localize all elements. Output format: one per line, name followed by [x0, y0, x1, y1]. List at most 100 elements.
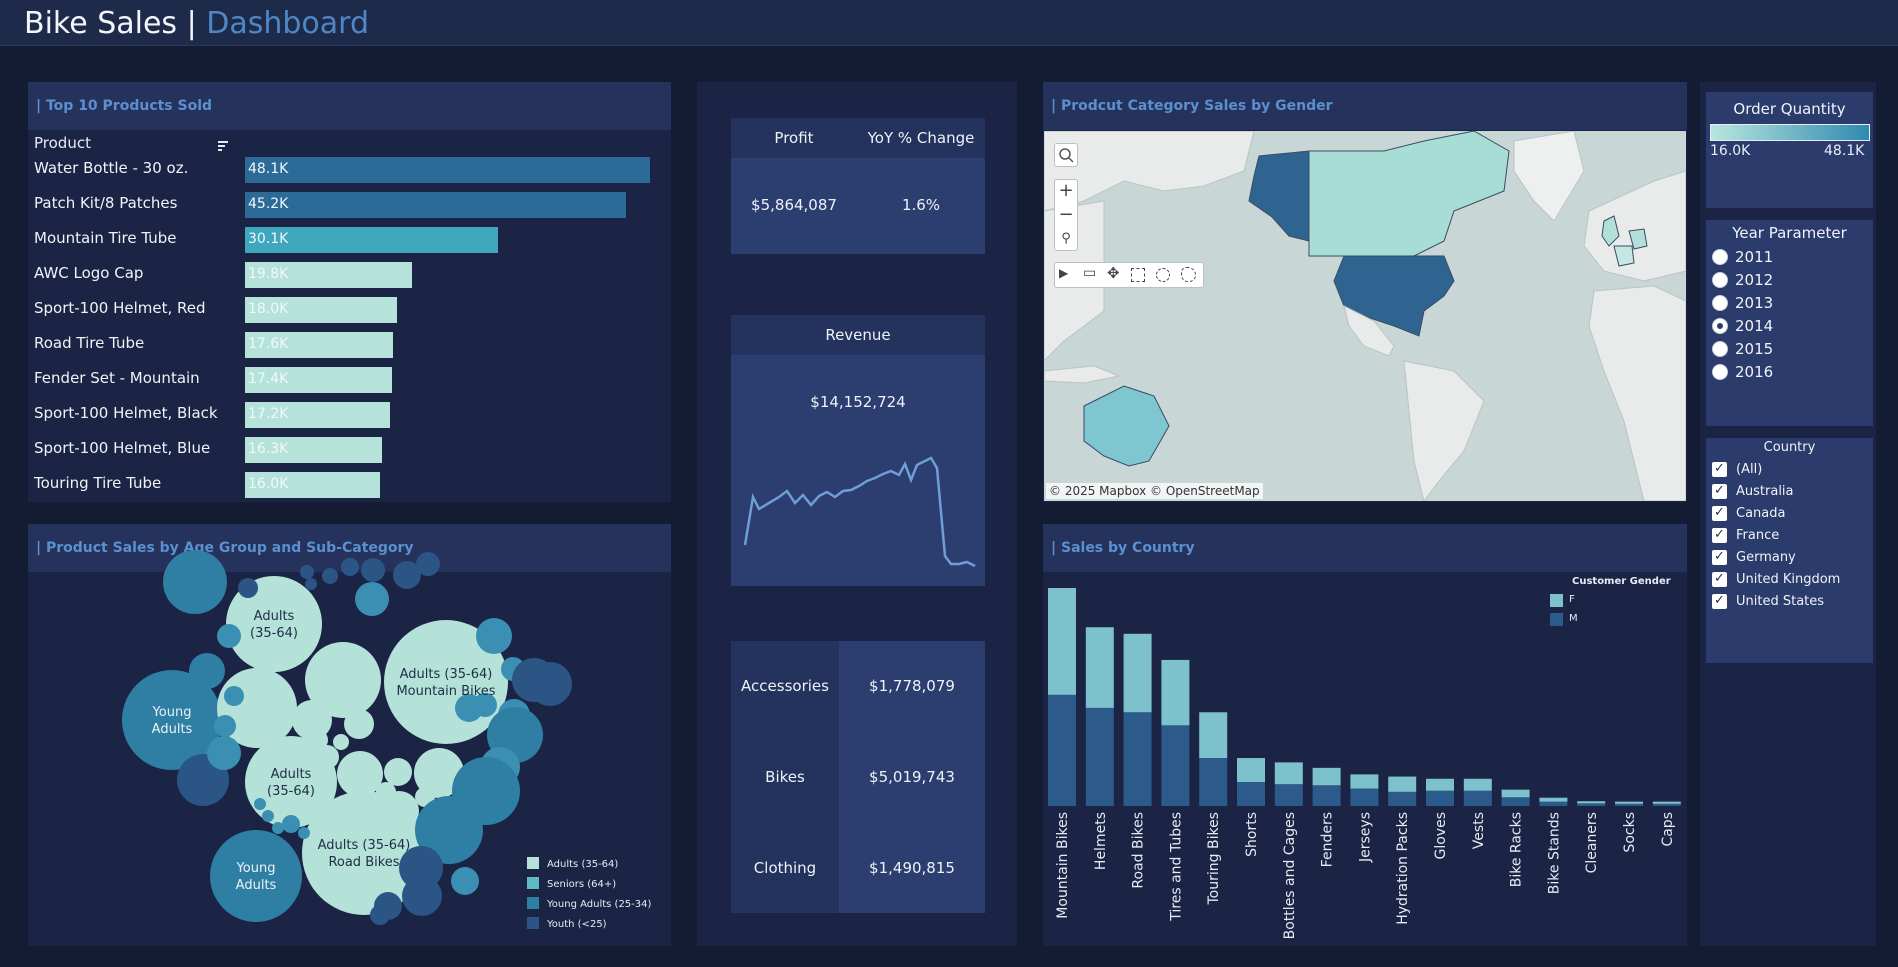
- country-checkbox[interactable]: ✓: [1712, 462, 1727, 477]
- year-radio-2014[interactable]: [1712, 318, 1728, 334]
- bar-female[interactable]: [1350, 774, 1379, 789]
- product-bar[interactable]: 19.8K: [245, 262, 412, 288]
- pin-icon[interactable]: ⚲: [1055, 228, 1077, 252]
- bar-female[interactable]: [1161, 659, 1190, 726]
- year-label[interactable]: 2014: [1735, 317, 1773, 335]
- country-checkbox[interactable]: ✓: [1712, 572, 1727, 587]
- product-bar[interactable]: 48.1K: [245, 157, 650, 183]
- radial-select-icon[interactable]: [1156, 268, 1170, 282]
- age-group-bubble[interactable]: [384, 758, 412, 786]
- year-label[interactable]: 2011: [1735, 248, 1773, 266]
- bar-male[interactable]: [1501, 797, 1530, 806]
- country-label[interactable]: United States: [1736, 594, 1824, 609]
- country-checkbox[interactable]: ✓: [1712, 528, 1727, 543]
- country-checkbox[interactable]: ✓: [1712, 484, 1727, 499]
- age-group-bubble[interactable]: [298, 827, 310, 839]
- age-group-bubble[interactable]: [308, 730, 328, 750]
- age-group-bubble[interactable]: [350, 783, 366, 799]
- age-group-bubble[interactable]: [344, 709, 374, 739]
- age-group-bubble[interactable]: [282, 815, 300, 833]
- age-group-bubble[interactable]: [163, 550, 227, 614]
- year-radio-2012[interactable]: [1712, 272, 1728, 288]
- bar-female[interactable]: [1312, 767, 1341, 786]
- bar-female[interactable]: [1501, 789, 1530, 798]
- age-group-bubble[interactable]: [272, 822, 284, 834]
- age-group-bubble[interactable]: [224, 686, 244, 706]
- age-group-bubble[interactable]: [333, 734, 349, 750]
- age-group-bubble[interactable]: [300, 565, 314, 579]
- country-checkbox[interactable]: ✓: [1712, 506, 1727, 521]
- bar-male[interactable]: [1388, 791, 1417, 806]
- country-label[interactable]: Canada: [1736, 506, 1785, 521]
- year-radio-2011[interactable]: [1712, 249, 1728, 265]
- select-icon[interactable]: ▭: [1083, 265, 1101, 283]
- country-label[interactable]: (All): [1736, 462, 1762, 477]
- bar-male[interactable]: [1048, 694, 1076, 806]
- year-radio-2013[interactable]: [1712, 295, 1728, 311]
- bar-female[interactable]: [1199, 712, 1228, 759]
- age-group-bubble[interactable]: [322, 568, 338, 584]
- age-group-bubble[interactable]: [214, 715, 236, 737]
- age-group-bubble[interactable]: [355, 582, 389, 616]
- product-bar[interactable]: 17.2K: [245, 402, 390, 428]
- bar-male[interactable]: [1463, 790, 1492, 806]
- age-group-bubble[interactable]: [451, 867, 479, 895]
- year-label[interactable]: 2015: [1735, 340, 1773, 358]
- product-bar[interactable]: 30.1K: [245, 227, 498, 253]
- bar-male[interactable]: [1615, 803, 1643, 806]
- bar-male[interactable]: [1161, 725, 1190, 806]
- map-search-button[interactable]: [1054, 143, 1078, 167]
- map-attribution[interactable]: © 2025 Mapbox © OpenStreetMap: [1046, 483, 1263, 499]
- bar-female[interactable]: [1274, 762, 1303, 785]
- zoom-in-icon[interactable]: +: [1055, 180, 1077, 204]
- world-map[interactable]: [1044, 131, 1686, 501]
- country-label[interactable]: United Kingdom: [1736, 572, 1840, 587]
- bar-male[interactable]: [1085, 707, 1114, 806]
- country-label[interactable]: France: [1736, 528, 1779, 543]
- bar-male[interactable]: [1350, 788, 1379, 806]
- year-radio-2016[interactable]: [1712, 364, 1728, 380]
- bar-female[interactable]: [1048, 588, 1076, 695]
- country-checkbox[interactable]: ✓: [1712, 550, 1727, 565]
- age-group-bubble[interactable]: [189, 653, 225, 689]
- bar-male[interactable]: [1123, 712, 1152, 806]
- bar-female[interactable]: [1652, 801, 1681, 804]
- rect-select-icon[interactable]: [1131, 268, 1145, 282]
- product-bar[interactable]: 17.4K: [245, 367, 392, 393]
- product-bar[interactable]: 18.0K: [245, 297, 397, 323]
- bar-male[interactable]: [1274, 784, 1303, 806]
- age-group-bubble[interactable]: [210, 830, 302, 922]
- product-bar[interactable]: 16.3K: [245, 437, 382, 463]
- age-group-bubble[interactable]: [305, 578, 317, 590]
- age-group-bubble[interactable]: [370, 905, 390, 925]
- sort-icon[interactable]: [217, 137, 229, 151]
- bar-male[interactable]: [1577, 803, 1606, 806]
- age-group-bubble[interactable]: [361, 558, 385, 582]
- bar-female[interactable]: [1123, 633, 1152, 713]
- product-bar[interactable]: 17.6K: [245, 332, 393, 358]
- year-radio-2015[interactable]: [1712, 341, 1728, 357]
- age-group-bubble[interactable]: [238, 578, 258, 598]
- bar-female[interactable]: [1615, 801, 1643, 804]
- zoom-out-icon[interactable]: −: [1055, 204, 1077, 228]
- country-label[interactable]: Germany: [1736, 550, 1796, 565]
- bar-male[interactable]: [1426, 790, 1454, 806]
- lasso-icon[interactable]: [1181, 267, 1196, 282]
- bar-male[interactable]: [1652, 803, 1681, 806]
- age-group-bubble[interactable]: [376, 782, 396, 802]
- bar-male[interactable]: [1539, 801, 1568, 806]
- bar-female[interactable]: [1577, 801, 1606, 804]
- year-label[interactable]: 2013: [1735, 294, 1773, 312]
- age-group-bubble[interactable]: [402, 876, 442, 916]
- age-group-bubble[interactable]: [254, 798, 266, 810]
- play-icon[interactable]: ▶: [1059, 266, 1075, 284]
- pan-icon[interactable]: ✥: [1107, 264, 1125, 284]
- bar-male[interactable]: [1312, 785, 1341, 806]
- bar-female[interactable]: [1539, 797, 1568, 802]
- age-group-bubble[interactable]: [476, 618, 512, 654]
- country-label[interactable]: Australia: [1736, 484, 1794, 499]
- year-label[interactable]: 2012: [1735, 271, 1773, 289]
- bar-female[interactable]: [1463, 778, 1492, 791]
- bar-female[interactable]: [1388, 776, 1417, 792]
- year-label[interactable]: 2016: [1735, 363, 1773, 381]
